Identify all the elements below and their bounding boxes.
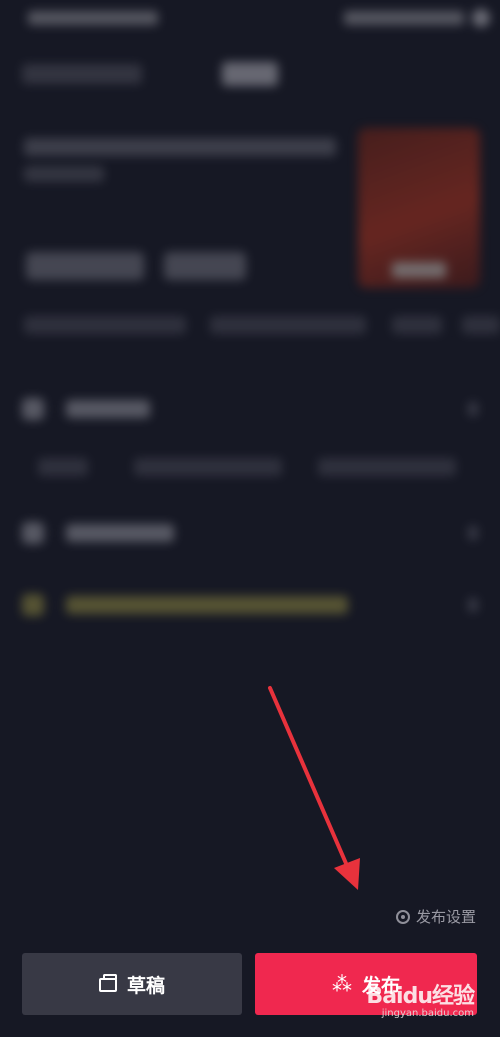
location-row[interactable] — [0, 384, 500, 434]
battery-icon — [472, 9, 490, 27]
publish-settings-link[interactable]: 发布设置 — [395, 906, 476, 927]
cover-edit-label — [392, 262, 446, 278]
watermark-url: jingyan.baidu.com — [381, 1008, 474, 1019]
settings-circle-icon — [395, 909, 410, 924]
status-carrier-info — [28, 11, 158, 25]
top-nav-bar — [0, 52, 500, 98]
suggestion-chip[interactable] — [24, 316, 186, 334]
chevron-right-icon — [468, 526, 478, 540]
suggestion-chip[interactable] — [392, 316, 442, 334]
chevron-right-icon — [468, 402, 478, 416]
lock-icon — [22, 522, 44, 544]
publish-settings-label: 发布设置 — [415, 908, 476, 926]
baidu-watermark: Baidu经验 jingyan.baidu.com — [366, 978, 475, 1019]
draft-box-icon — [98, 974, 117, 992]
visibility-row[interactable] — [0, 508, 500, 558]
description-input[interactable] — [24, 138, 336, 156]
promo-icon — [22, 594, 44, 616]
location-chip[interactable] — [38, 458, 88, 476]
hashtag-button[interactable] — [26, 252, 144, 280]
suggestion-chip[interactable] — [462, 316, 500, 334]
suggestion-chip[interactable] — [210, 316, 366, 334]
mention-button[interactable] — [164, 252, 246, 280]
status-indicators — [344, 11, 464, 25]
sparkle-icon: ⁂ — [331, 972, 352, 996]
page-title — [222, 62, 278, 86]
location-row-label — [66, 400, 150, 418]
watermark-brand: Baidu经验 — [366, 984, 475, 1009]
promo-row[interactable] — [0, 580, 500, 630]
description-input-line2 — [24, 166, 104, 182]
promo-row-label — [66, 596, 348, 614]
cover-thumbnail[interactable] — [358, 128, 480, 288]
location-chip[interactable] — [318, 458, 456, 476]
back-button[interactable] — [22, 64, 142, 84]
chevron-right-icon — [468, 598, 478, 612]
draft-button-label: 草稿 — [126, 974, 165, 997]
draft-button[interactable]: 草稿 — [22, 953, 242, 1015]
location-icon — [22, 398, 44, 420]
status-bar — [0, 0, 500, 36]
suggestion-chip-row — [0, 312, 500, 342]
annotation-arrow — [268, 686, 360, 890]
location-suggestions — [0, 448, 500, 482]
location-chip[interactable] — [134, 458, 282, 476]
visibility-row-label — [66, 524, 174, 542]
